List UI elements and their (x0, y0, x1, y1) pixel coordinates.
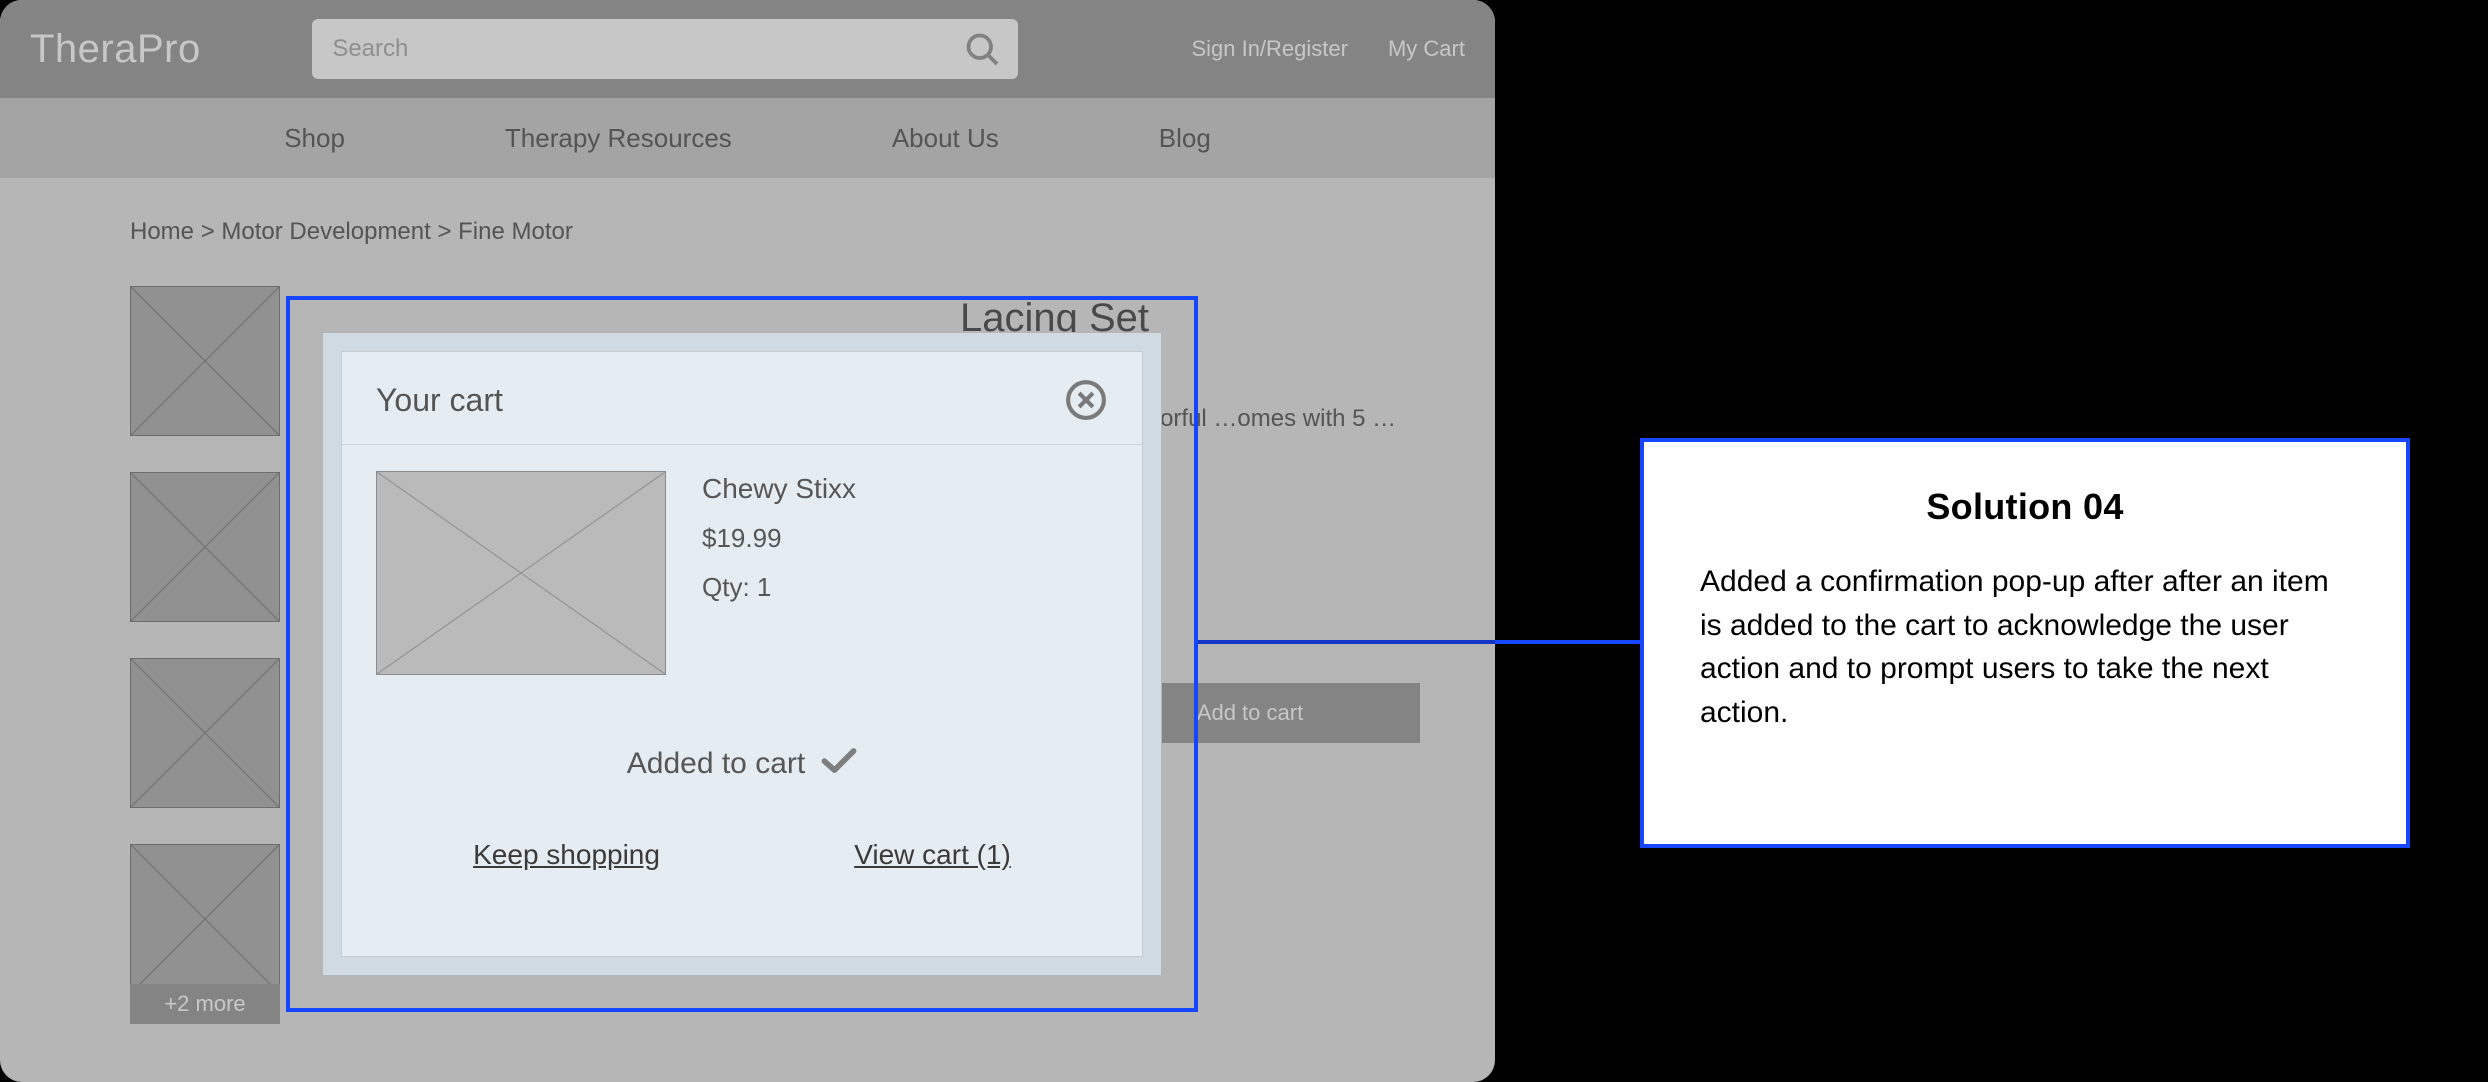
thumb-image-1[interactable] (130, 286, 280, 436)
nav-blog[interactable]: Blog (1159, 123, 1211, 154)
search-input[interactable] (312, 19, 1018, 79)
top-bar: TheraPro Sign In/Register My Cart (0, 0, 1495, 98)
connector-line (1198, 640, 1642, 644)
view-cart-link[interactable]: View cart (1) (854, 839, 1011, 871)
close-icon[interactable] (1064, 378, 1108, 422)
cart-modal-panel: Your cart Chewy Stixx $19.99 Qty: 1 (322, 332, 1162, 976)
nav-therapy[interactable]: Therapy Resources (505, 123, 732, 154)
nav-bar: Shop Therapy Resources About Us Blog (0, 98, 1495, 178)
annotation-body: Added a confirmation pop-up after after … (1700, 560, 2350, 734)
modal-header: Your cart (342, 352, 1142, 445)
cart-item-name: Chewy Stixx (702, 473, 856, 505)
signin-link[interactable]: Sign In/Register (1191, 36, 1348, 62)
search-wrap (312, 19, 1018, 79)
thumb-image-4[interactable] (130, 844, 280, 994)
thumb-image-3[interactable] (130, 658, 280, 808)
thumb-column: +2 more (130, 286, 280, 994)
nav-about[interactable]: About Us (892, 123, 999, 154)
search-icon[interactable] (964, 31, 1000, 67)
mycart-link[interactable]: My Cart (1388, 36, 1465, 62)
site-frame: TheraPro Sign In/Register My Cart Shop T… (0, 0, 1495, 1082)
site-logo: TheraPro (30, 27, 201, 72)
keep-shopping-link[interactable]: Keep shopping (473, 839, 660, 871)
breadcrumb[interactable]: Home > Motor Development > Fine Motor (130, 218, 1365, 246)
modal-title: Your cart (376, 382, 503, 419)
more-thumbs-tag[interactable]: +2 more (130, 984, 280, 1024)
cart-item-image (376, 471, 666, 675)
added-confirmation-text: Added to cart (627, 747, 805, 781)
top-links: Sign In/Register My Cart (1191, 36, 1465, 62)
thumb-image-2[interactable] (130, 472, 280, 622)
added-confirmation: Added to cart (376, 745, 1108, 783)
nav-shop[interactable]: Shop (284, 123, 345, 154)
check-icon (821, 745, 857, 783)
annotation-box: Solution 04 Added a confirmation pop-up … (1640, 438, 2410, 848)
cart-item-qty: Qty: 1 (702, 572, 856, 603)
annotation-title: Solution 04 (1700, 486, 2350, 528)
cart-item-row: Chewy Stixx $19.99 Qty: 1 (376, 471, 1108, 675)
cart-item-price: $19.99 (702, 523, 856, 554)
